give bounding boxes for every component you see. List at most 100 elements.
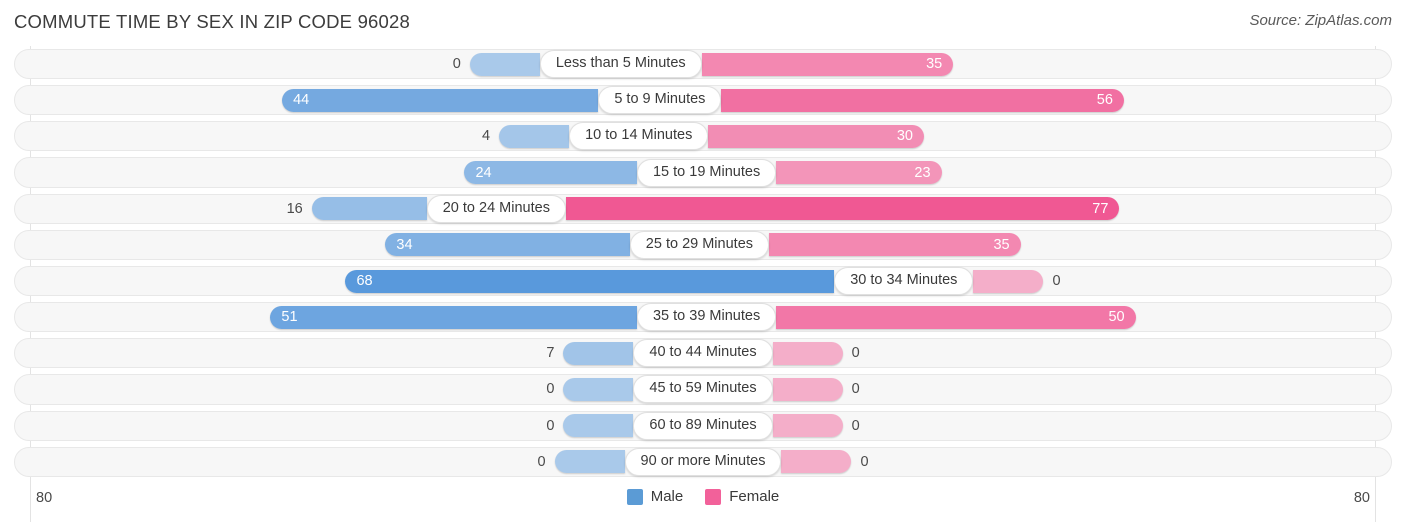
category-label: 10 to 14 Minutes xyxy=(569,122,709,151)
male-value-label: 34 xyxy=(396,236,413,253)
female-bar[interactable] xyxy=(781,450,852,474)
female-value-label: 23 xyxy=(914,164,931,181)
legend-item[interactable]: Male xyxy=(626,488,683,505)
male-side: 44 xyxy=(282,88,599,112)
chart-row: 44 5 to 9 Minutes 56 xyxy=(0,82,1406,118)
page-title: COMMUTE TIME BY SEX IN ZIP CODE 96028 xyxy=(14,11,411,32)
row-bars: 34 25 to 29 Minutes 35 xyxy=(14,230,1392,260)
male-bar[interactable] xyxy=(311,197,427,221)
chart-row: 4 10 to 14 Minutes 30 xyxy=(0,118,1406,154)
chart-row: 34 25 to 29 Minutes 35 xyxy=(0,227,1406,263)
chart-row: 0 90 or more Minutes 0 xyxy=(0,444,1406,480)
female-side: 0 xyxy=(772,341,860,365)
female-side: 0 xyxy=(973,269,1061,293)
female-bar[interactable]: 30 xyxy=(708,124,924,148)
male-side: 51 xyxy=(270,305,637,329)
female-side: 77 xyxy=(565,197,1120,221)
female-bar[interactable]: 23 xyxy=(776,161,942,185)
female-bar[interactable] xyxy=(772,341,843,365)
male-value-label: 24 xyxy=(475,164,492,181)
chart-row: 24 15 to 19 Minutes 23 xyxy=(0,154,1406,190)
female-bar[interactable]: 35 xyxy=(769,233,1021,257)
chart-row: 0 45 to 59 Minutes 0 xyxy=(0,371,1406,407)
category-label: 60 to 89 Minutes xyxy=(633,411,773,440)
male-side: 0 xyxy=(546,414,634,438)
chart-row: 51 35 to 39 Minutes 50 xyxy=(0,299,1406,335)
male-bar[interactable] xyxy=(469,52,540,76)
row-bars: 44 5 to 9 Minutes 56 xyxy=(14,85,1392,115)
row-bars: 16 20 to 24 Minutes 77 xyxy=(14,194,1392,224)
female-value-label: 0 xyxy=(1052,273,1061,290)
female-side: 56 xyxy=(721,88,1124,112)
category-label: 45 to 59 Minutes xyxy=(633,375,773,404)
female-value-label: 35 xyxy=(993,236,1010,253)
female-value-label: 35 xyxy=(926,56,943,73)
category-label: 25 to 29 Minutes xyxy=(629,230,770,259)
chart-row: 7 40 to 44 Minutes 0 xyxy=(0,335,1406,371)
chart-row: 0 60 to 89 Minutes 0 xyxy=(0,408,1406,444)
male-bar[interactable]: 68 xyxy=(345,269,835,293)
category-label: 35 to 39 Minutes xyxy=(636,303,777,332)
male-bar[interactable] xyxy=(563,341,634,365)
male-value-label: 0 xyxy=(452,56,461,73)
female-bar[interactable]: 77 xyxy=(565,197,1120,221)
category-label: 30 to 34 Minutes xyxy=(834,267,974,296)
female-value-label: 0 xyxy=(851,417,860,434)
male-bar[interactable] xyxy=(499,124,570,148)
female-side: 30 xyxy=(708,124,924,148)
legend-swatch-icon xyxy=(626,488,643,505)
female-value-label: 0 xyxy=(851,345,860,362)
male-value-label: 44 xyxy=(293,92,310,109)
male-value-label: 7 xyxy=(546,345,555,362)
male-side: 7 xyxy=(546,341,634,365)
row-bars: 51 35 to 39 Minutes 50 xyxy=(14,302,1392,332)
chart-header: COMMUTE TIME BY SEX IN ZIP CODE 96028 So… xyxy=(0,0,1406,46)
male-value-label: 0 xyxy=(546,381,555,398)
male-bar[interactable] xyxy=(554,450,625,474)
chart-row: 0 Less than 5 Minutes 35 xyxy=(0,46,1406,82)
row-bars: 4 10 to 14 Minutes 30 xyxy=(14,121,1392,151)
male-value-label: 16 xyxy=(286,200,303,217)
category-label: Less than 5 Minutes xyxy=(539,50,702,79)
female-side: 0 xyxy=(772,377,860,401)
male-value-label: 68 xyxy=(356,273,373,290)
female-value-label: 77 xyxy=(1092,200,1109,217)
row-bars: 0 90 or more Minutes 0 xyxy=(14,447,1392,477)
female-value-label: 0 xyxy=(851,381,860,398)
legend-swatch-icon xyxy=(705,488,722,505)
chart-footer: 80 80 Male Female xyxy=(0,480,1406,523)
male-side: 68 xyxy=(345,269,835,293)
category-label: 5 to 9 Minutes xyxy=(598,86,722,115)
male-bar[interactable] xyxy=(563,414,634,438)
female-bar[interactable]: 50 xyxy=(776,305,1136,329)
female-bar[interactable] xyxy=(772,377,843,401)
male-side: 24 xyxy=(464,161,637,185)
chart-rows: 0 Less than 5 Minutes 35 44 5 to 9 Minutes 56… xyxy=(0,46,1406,480)
male-bar[interactable]: 51 xyxy=(270,305,637,329)
row-bars: 0 45 to 59 Minutes 0 xyxy=(14,374,1392,404)
female-value-label: 50 xyxy=(1108,309,1125,326)
female-bar[interactable] xyxy=(772,414,843,438)
male-bar[interactable]: 44 xyxy=(282,88,599,112)
male-side: 34 xyxy=(385,233,630,257)
male-side: 4 xyxy=(482,124,570,148)
male-bar[interactable] xyxy=(563,377,634,401)
male-bar[interactable]: 24 xyxy=(464,161,637,185)
row-bars: 7 40 to 44 Minutes 0 xyxy=(14,338,1392,368)
male-value-label: 4 xyxy=(482,128,491,145)
female-bar[interactable]: 35 xyxy=(701,52,954,76)
category-label: 20 to 24 Minutes xyxy=(426,194,566,223)
male-bar[interactable]: 34 xyxy=(385,233,630,257)
category-label: 90 or more Minutes xyxy=(624,447,782,476)
legend-item[interactable]: Female xyxy=(705,488,779,505)
male-side: 0 xyxy=(537,450,625,474)
male-side: 0 xyxy=(452,52,540,76)
male-value-label: 0 xyxy=(537,453,546,470)
female-bar[interactable]: 56 xyxy=(721,88,1124,112)
male-value-label: 0 xyxy=(546,417,555,434)
chart-row: 68 30 to 34 Minutes 0 xyxy=(0,263,1406,299)
source-attribution: Source: ZipAtlas.com xyxy=(1249,12,1392,29)
male-side: 0 xyxy=(546,377,634,401)
row-bars: 24 15 to 19 Minutes 23 xyxy=(14,157,1392,187)
female-bar[interactable] xyxy=(973,269,1044,293)
